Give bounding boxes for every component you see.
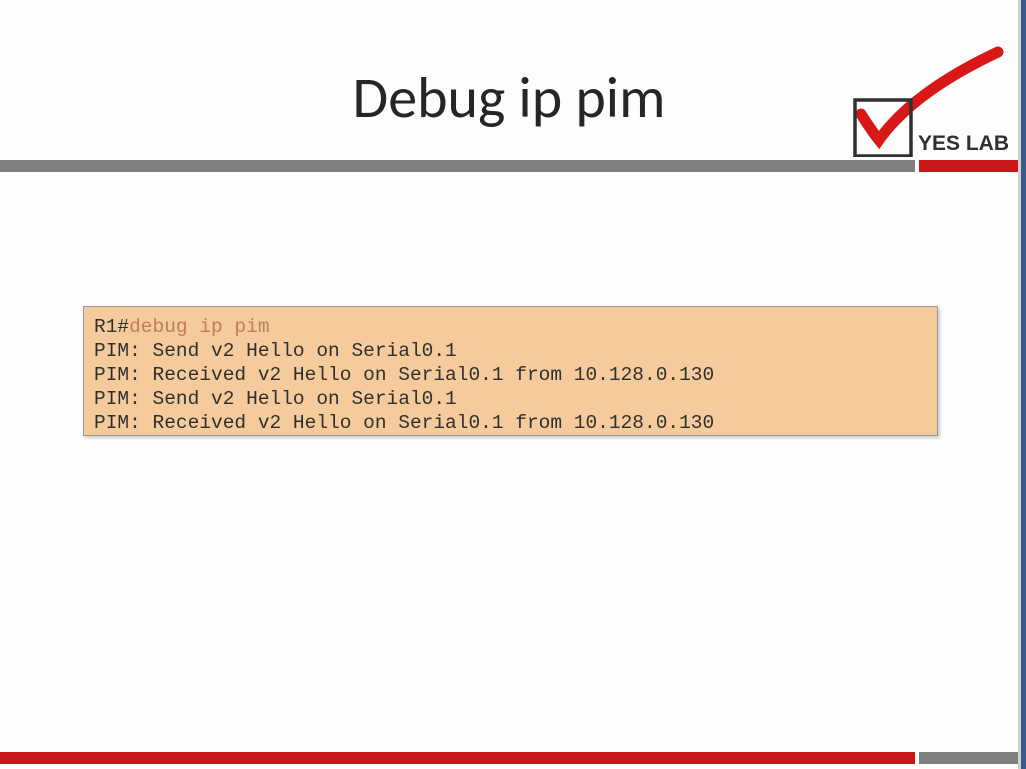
header-bar-red <box>919 160 1018 172</box>
slide-content: Debug ip pim YES LAB R1#debug ip pim PIM… <box>0 0 1018 769</box>
logo-text: YES LAB <box>918 132 1009 155</box>
terminal-output-line: PIM: Send v2 Hello on Serial0.1 <box>94 387 927 411</box>
header-bar-gray <box>0 160 915 172</box>
terminal-output: R1#debug ip pim PIM: Send v2 Hello on Se… <box>83 306 938 436</box>
terminal-output-line: PIM: Received v2 Hello on Serial0.1 from… <box>94 363 927 387</box>
footer-bar-gray <box>919 752 1018 764</box>
terminal-output-line: PIM: Send v2 Hello on Serial0.1 <box>94 339 927 363</box>
terminal-prompt: R1# <box>94 316 129 338</box>
logo: YES LAB <box>823 42 1018 157</box>
window-edge <box>1021 0 1026 769</box>
terminal-output-line: PIM: Received v2 Hello on Serial0.1 from… <box>94 411 927 435</box>
terminal-command-line: R1#debug ip pim <box>94 315 927 339</box>
terminal-command: debug ip pim <box>129 316 269 338</box>
footer-bar-red <box>0 752 915 764</box>
